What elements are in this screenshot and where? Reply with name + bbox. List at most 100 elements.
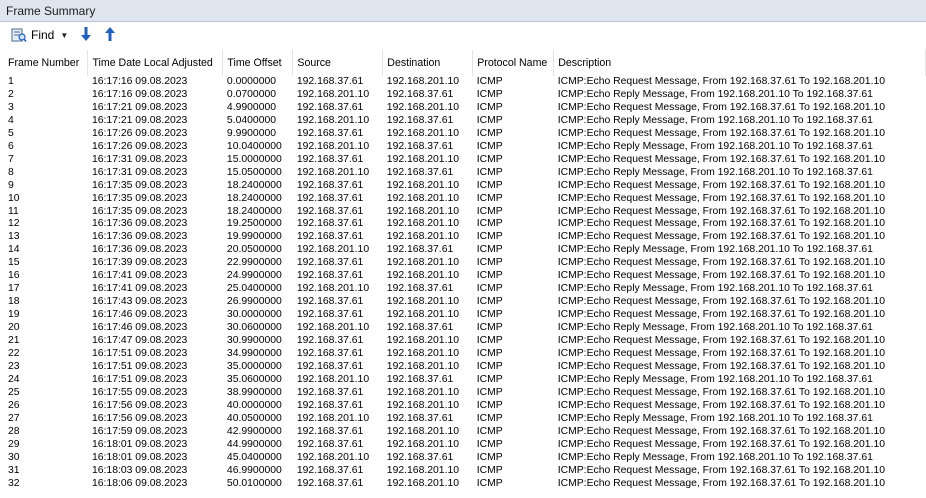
cell-destination: 192.168.37.61	[386, 283, 454, 295]
table-row[interactable]: 7 16:17:31 09.08.2023 15.0000000 192.168.37…	[4, 154, 926, 167]
table-row[interactable]: 12 16:17:36 09.08.2023 19.2500000 192.168.3…	[4, 218, 926, 231]
table-row[interactable]: 16 16:17:41 09.08.2023 24.9900000 192.168.3…	[4, 270, 926, 283]
cell-protocol: ICMP	[476, 140, 503, 152]
table-row[interactable]: 21 16:17:47 09.08.2023 30.9900000 192.168.3…	[4, 335, 926, 348]
cell-description: ICMP:Echo Request Message, From 192.168.…	[557, 425, 886, 437]
cell-time-offset: 4.9900000	[226, 101, 277, 113]
table-row[interactable]: 30 16:18:01 09.08.2023 45.0400000 192.168.2…	[4, 452, 926, 465]
cell-time-offset: 38.9900000	[226, 386, 282, 398]
cell-time-offset: 5.0400000	[226, 114, 277, 126]
table-row[interactable]: 15 16:17:39 09.08.2023 22.9900000 192.168.3…	[4, 257, 926, 270]
table-row[interactable]: 23 16:17:51 09.08.2023 35.0000000 192.168.3…	[4, 361, 926, 374]
cell-time-date: 16:18:03 09.08.2023	[91, 464, 188, 476]
cell-description: ICMP:Echo Reply Message, From 192.168.20…	[557, 140, 873, 152]
column-header-time-offset[interactable]: Time Offset	[222, 50, 294, 76]
table-row[interactable]: 29 16:18:01 09.08.2023 44.9900000 192.168.3…	[4, 439, 926, 452]
table-row[interactable]: 19 16:17:46 09.08.2023 30.0000000 192.168.3…	[4, 309, 926, 322]
cell-frame-number: 24	[8, 373, 20, 385]
cell-description: ICMP:Echo Request Message, From 192.168.…	[557, 218, 886, 230]
table-row[interactable]: 17 16:17:41 09.08.2023 25.0400000 192.168.2…	[4, 283, 926, 296]
table-row[interactable]: 3 16:17:21 09.08.2023 4.9900000 192.168.37.…	[4, 102, 926, 115]
table-row[interactable]: 8 16:17:31 09.08.2023 15.0500000 192.168.20…	[4, 167, 926, 180]
cell-source: 192.168.37.61	[296, 348, 364, 360]
find-label: Find	[31, 28, 55, 42]
table-row[interactable]: 5 16:17:26 09.08.2023 9.9900000 192.168.37.…	[4, 128, 926, 141]
cell-description: ICMP:Echo Reply Message, From 192.168.20…	[557, 244, 873, 256]
cell-destination: 192.168.201.10	[386, 399, 460, 411]
cell-time-offset: 20.0500000	[226, 244, 282, 256]
table-row[interactable]: 2 16:17:16 09.08.2023 0.0700000 192.168.201…	[4, 89, 926, 102]
cell-description: ICMP:Echo Reply Message, From 192.168.20…	[557, 373, 873, 385]
cell-source: 192.168.201.10	[296, 322, 370, 334]
find-previous-button[interactable]	[101, 25, 119, 45]
cell-time-date: 16:17:31 09.08.2023	[91, 153, 188, 165]
cell-destination: 192.168.201.10	[386, 309, 460, 321]
cell-description: ICMP:Echo Request Message, From 192.168.…	[557, 360, 886, 372]
cell-description: ICMP:Echo Reply Message, From 192.168.20…	[557, 114, 873, 126]
cell-source: 192.168.201.10	[296, 88, 370, 100]
table-row[interactable]: 18 16:17:43 09.08.2023 26.9900000 192.168.3…	[4, 296, 926, 309]
table-row[interactable]: 28 16:17:59 09.08.2023 42.9900000 192.168.3…	[4, 426, 926, 439]
table-row[interactable]: 4 16:17:21 09.08.2023 5.0400000 192.168.201…	[4, 115, 926, 128]
column-header-frame-number[interactable]: Frame Number	[4, 50, 89, 76]
table-row[interactable]: 13 16:17:36 09.08.2023 19.9900000 192.168.3…	[4, 231, 926, 244]
column-header-time-date[interactable]: Time Date Local Adjusted	[87, 50, 224, 76]
find-next-button[interactable]	[77, 25, 95, 45]
table-row[interactable]: 31 16:18:03 09.08.2023 46.9900000 192.168.3…	[4, 465, 926, 478]
column-header-destination[interactable]: Destination	[382, 50, 474, 76]
cell-destination: 192.168.201.10	[386, 296, 460, 308]
cell-time-offset: 19.9900000	[226, 231, 282, 243]
table-header: Frame Number Time Date Local Adjusted Time…	[4, 50, 926, 76]
cell-description: ICMP:Echo Request Message, From 192.168.…	[557, 76, 886, 87]
cell-destination: 192.168.201.10	[386, 127, 460, 139]
cell-description: ICMP:Echo Request Message, From 192.168.…	[557, 399, 886, 411]
cell-time-date: 16:17:35 09.08.2023	[91, 192, 188, 204]
cell-time-offset: 26.9900000	[226, 296, 282, 308]
cell-destination: 192.168.37.61	[386, 412, 454, 424]
table-row[interactable]: 27 16:17:56 09.08.2023 40.0500000 192.168.2…	[4, 413, 926, 426]
column-header-description[interactable]: Description	[553, 50, 926, 76]
table-row[interactable]: 14 16:17:36 09.08.2023 20.0500000 192.168.2…	[4, 244, 926, 257]
cell-protocol: ICMP	[476, 179, 503, 191]
cell-source: 192.168.37.61	[296, 296, 364, 308]
table-row[interactable]: 20 16:17:46 09.08.2023 30.0600000 192.168.2…	[4, 322, 926, 335]
cell-time-offset: 30.0600000	[226, 322, 282, 334]
cell-destination: 192.168.201.10	[386, 192, 460, 204]
table-row[interactable]: 10 16:17:35 09.08.2023 18.2400000 192.168.3…	[4, 193, 926, 206]
cell-time-offset: 18.2400000	[226, 205, 282, 217]
cell-protocol: ICMP	[476, 88, 503, 100]
table-row[interactable]: 26 16:17:56 09.08.2023 40.0000000 192.168.3…	[4, 400, 926, 413]
cell-time-offset: 15.0000000	[226, 153, 282, 165]
column-header-protocol[interactable]: Protocol Name	[472, 50, 555, 76]
cell-time-offset: 46.9900000	[226, 464, 282, 476]
table-row[interactable]: 9 16:17:35 09.08.2023 18.2400000 192.168.37…	[4, 180, 926, 193]
cell-frame-number: 28	[8, 425, 20, 437]
cell-frame-number: 8	[8, 166, 14, 178]
cell-source: 192.168.37.61	[296, 386, 364, 398]
cell-frame-number: 16	[8, 270, 20, 282]
table-row[interactable]: 22 16:17:51 09.08.2023 34.9900000 192.168.3…	[4, 348, 926, 361]
table-row[interactable]: 24 16:17:51 09.08.2023 35.0600000 192.168.2…	[4, 374, 926, 387]
cell-time-date: 16:17:55 09.08.2023	[91, 386, 188, 398]
table-row[interactable]: 32 16:18:06 09.08.2023 50.0100000 192.168.3…	[4, 478, 926, 491]
find-button[interactable]: Find ▼	[8, 24, 71, 46]
table-row[interactable]: 1 16:17:16 09.08.2023 0.0000000 192.168.37.…	[4, 76, 926, 89]
table-row[interactable]: 25 16:17:55 09.08.2023 38.9900000 192.168.3…	[4, 387, 926, 400]
cell-time-offset: 10.0400000	[226, 140, 282, 152]
frame-grid: Frame Number Time Date Local Adjusted Time…	[4, 50, 926, 498]
cell-protocol: ICMP	[476, 399, 503, 411]
cell-protocol: ICMP	[476, 451, 503, 463]
cell-frame-number: 25	[8, 386, 20, 398]
table-row[interactable]: 6 16:17:26 09.08.2023 10.0400000 192.168.20…	[4, 141, 926, 154]
cell-protocol: ICMP	[476, 477, 503, 489]
cell-protocol: ICMP	[476, 309, 503, 321]
cell-protocol: ICMP	[476, 373, 503, 385]
table-row[interactable]: 11 16:17:35 09.08.2023 18.2400000 192.168.3…	[4, 206, 926, 219]
column-header-source[interactable]: Source	[292, 50, 384, 76]
cell-time-offset: 40.0500000	[226, 412, 282, 424]
cell-time-date: 16:17:31 09.08.2023	[91, 166, 188, 178]
chevron-down-icon[interactable]: ▼	[60, 31, 68, 40]
cell-description: ICMP:Echo Request Message, From 192.168.…	[557, 127, 886, 139]
cell-source: 192.168.201.10	[296, 451, 370, 463]
cell-description: ICMP:Echo Reply Message, From 192.168.20…	[557, 166, 873, 178]
